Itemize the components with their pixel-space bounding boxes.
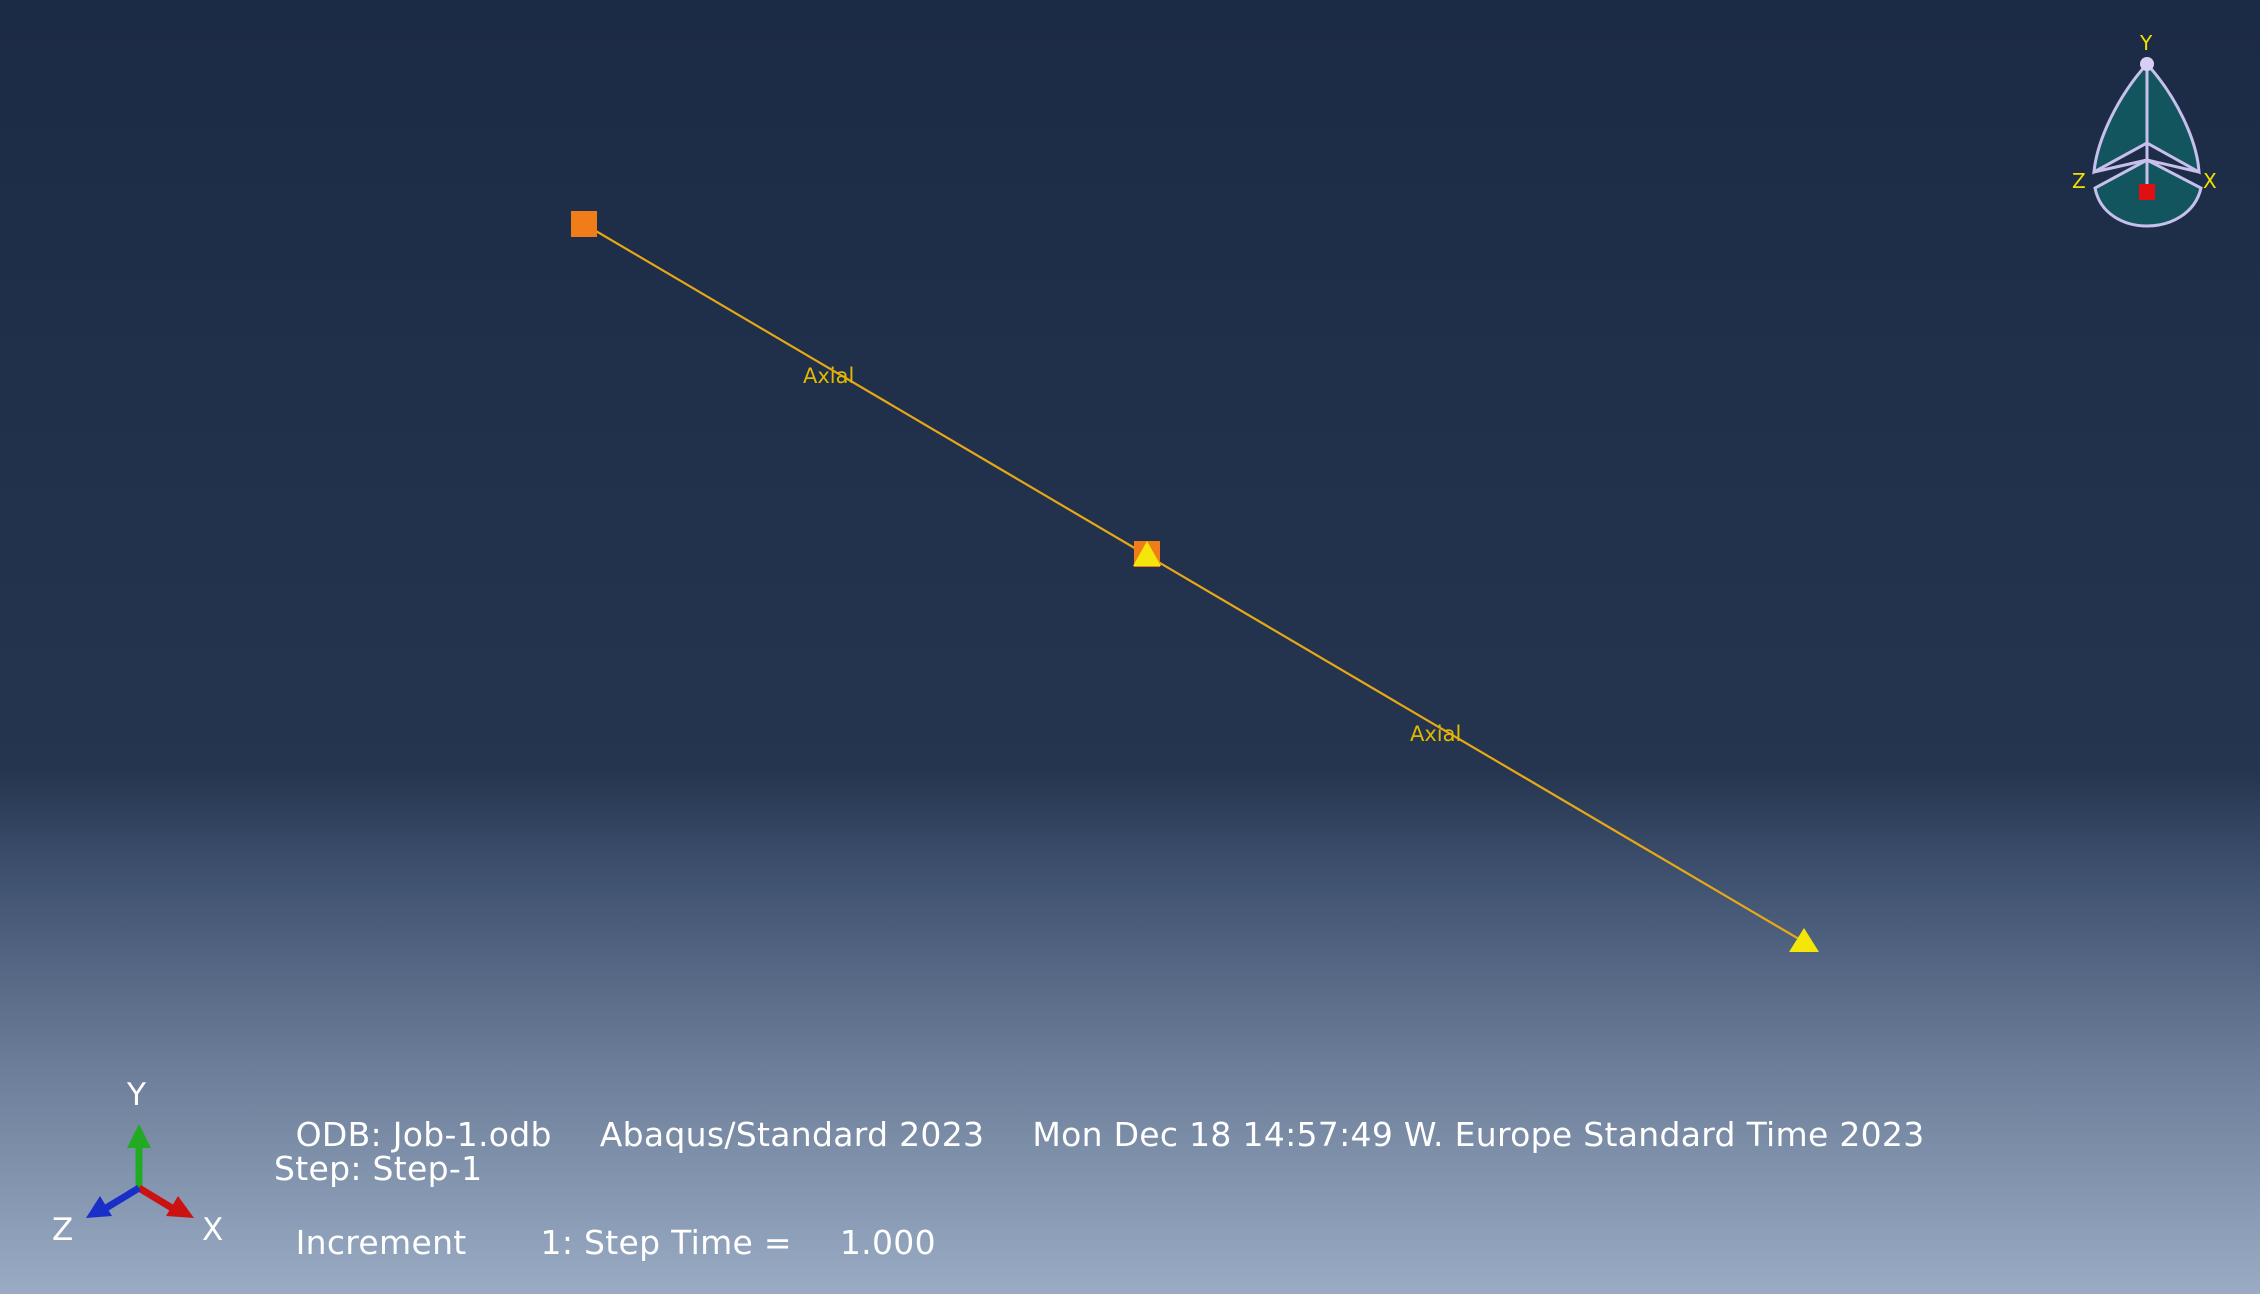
axial-label-2: Axial: [1410, 722, 1461, 746]
truss-element-line[interactable]: [583, 223, 1805, 943]
view-cube-x-label: X: [2203, 169, 2217, 193]
view-cube-y-handle[interactable]: [2140, 57, 2154, 71]
view-cube-z-label: Z: [2072, 169, 2086, 193]
triad-z-label: Z: [52, 1212, 73, 1248]
increment-value: 1: Step Time =: [540, 1223, 792, 1262]
increment-info: Increment 1: Step Time = 1.000: [274, 1184, 936, 1262]
view-cube-y-label: Y: [2139, 31, 2153, 55]
triad-y-label: Y: [126, 1077, 146, 1113]
step-info: Step: Step-1: [274, 1149, 483, 1188]
square-node-marker-1[interactable]: [571, 211, 597, 237]
increment-label: Increment: [295, 1223, 467, 1262]
view-cube-center-marker[interactable]: [2139, 184, 2155, 200]
triad-y-arrowhead: [127, 1124, 151, 1148]
odb-info: ODB: Job-1.odb Abaqus/Standard 2023 Mon De…: [274, 1076, 1925, 1154]
view-cube-face-right[interactable]: [2145, 60, 2201, 175]
triad-x-label: X: [202, 1212, 223, 1248]
view-cube-face-left[interactable]: [2092, 60, 2149, 175]
triad-z-axis: [104, 1185, 141, 1211]
view-cube[interactable]: Y Z X: [2072, 31, 2217, 228]
solver-version: Abaqus/Standard 2023: [599, 1115, 985, 1154]
coordinate-triad: Y Z X: [52, 1077, 223, 1248]
triad-x-axis: [137, 1185, 174, 1211]
axial-label-1: Axial: [803, 364, 854, 388]
triangle-load-marker-3[interactable]: [1789, 928, 1819, 952]
step-time-value: 1.000: [839, 1223, 936, 1262]
run-timestamp: Mon Dec 18 14:57:49 W. Europe Standard T…: [1032, 1115, 1925, 1154]
